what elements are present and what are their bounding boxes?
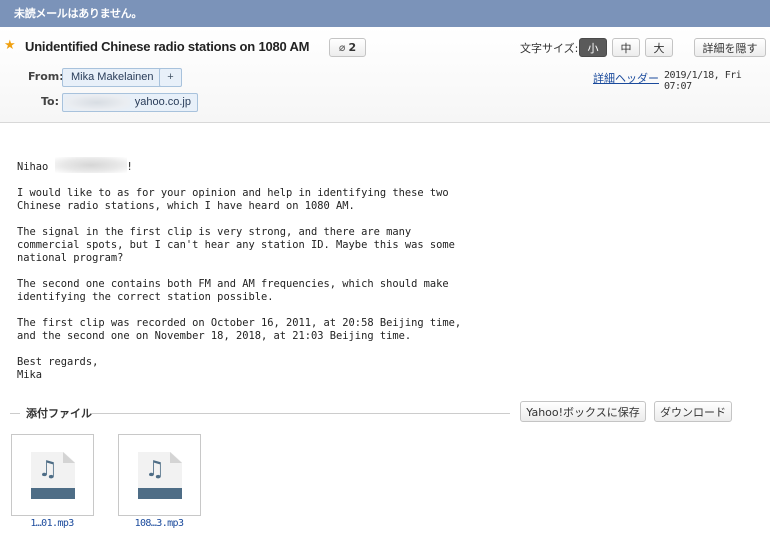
audio-file-icon: ♫: [138, 452, 182, 499]
body-paragraph: Best regards, Mika: [17, 356, 99, 381]
body-paragraph: The signal in the first clip is very str…: [17, 226, 455, 264]
download-button[interactable]: ダウンロード: [654, 401, 732, 422]
body-paragraph: I would like to as for your opinion and …: [17, 187, 449, 212]
attachment-thumbnail[interactable]: ♫: [11, 434, 94, 516]
redacted-address: [64, 94, 130, 111]
attachments-title: 添付ファイル: [26, 407, 92, 420]
add-contact-button[interactable]: +: [159, 68, 182, 87]
music-note-icon: ♫: [38, 457, 58, 482]
font-size-large-button[interactable]: 大: [645, 38, 673, 57]
from-sender-chip[interactable]: Mika Makelainen: [62, 68, 166, 87]
status-banner: 未読メールはありません。: [0, 0, 770, 27]
hide-details-button[interactable]: 詳細を隠す: [694, 38, 766, 57]
to-label: To:: [41, 95, 59, 108]
music-note-icon: ♫: [145, 457, 165, 482]
divider: [10, 413, 20, 414]
paperclip-icon: ⌀: [338, 41, 346, 54]
font-size-small-button[interactable]: 小: [579, 38, 607, 57]
message-date: 2019/1/18, Fri 07:07: [664, 70, 742, 92]
attachment-filename[interactable]: 108…3.mp3: [114, 518, 204, 529]
font-size-medium-button[interactable]: 中: [612, 38, 640, 57]
detail-header-link[interactable]: 詳細ヘッダー: [593, 70, 659, 86]
redacted-name: [54, 157, 127, 173]
message-body: Nihao ! I would like to as for your opini…: [17, 144, 717, 408]
message-header: ★ Unidentified Chinese radio stations on…: [0, 27, 770, 123]
attachment-count: 2: [348, 41, 357, 54]
save-to-box-button[interactable]: Yahoo!ボックスに保存: [520, 401, 646, 422]
attachment-filename[interactable]: 1…01.mp3: [7, 518, 97, 529]
body-paragraph: The first clip was recorded on October 1…: [17, 317, 462, 342]
audio-file-icon: ♫: [31, 452, 75, 499]
body-paragraph: The second one contains both FM and AM f…: [17, 278, 449, 303]
attachment-thumbnail[interactable]: ♫: [118, 434, 201, 516]
message-subject: Unidentified Chinese radio stations on 1…: [25, 39, 310, 54]
divider: [92, 413, 510, 414]
greeting-line: Nihao !: [17, 157, 717, 174]
attachment-count-button[interactable]: ⌀ 2: [329, 38, 366, 57]
star-icon[interactable]: ★: [4, 38, 16, 53]
from-label: From:: [28, 70, 64, 83]
font-size-label: 文字サイズ:: [520, 42, 579, 55]
